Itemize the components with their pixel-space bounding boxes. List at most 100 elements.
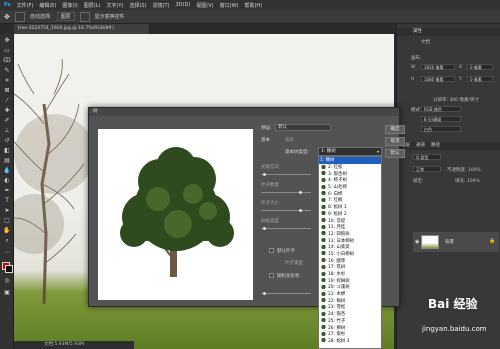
y-field[interactable]: 0 像素 <box>467 76 493 82</box>
paths-tab[interactable]: 路径 <box>431 142 440 150</box>
eraser-icon[interactable]: ◧ <box>3 148 11 154</box>
frame-icon[interactable]: ⊠ <box>3 88 11 94</box>
randomize-checkbox[interactable] <box>269 273 274 278</box>
quick-select-icon[interactable]: ✎ <box>3 68 11 74</box>
preset-select[interactable]: 默认 <box>275 124 331 131</box>
eye-icon[interactable]: ◉ <box>415 239 419 245</box>
menu-view[interactable]: 视图(V) <box>196 2 213 9</box>
list-item[interactable]: 11: 月桂 <box>319 224 381 231</box>
tab-advanced[interactable]: 高级 <box>285 137 294 143</box>
menu-window[interactable]: 窗口(W) <box>220 2 239 9</box>
lasso-icon[interactable]: ↀ <box>3 58 11 64</box>
layer-kind-filter[interactable]: Q 类型 <box>413 154 441 160</box>
leaf-amount-slider[interactable] <box>261 192 311 193</box>
move-tool-icon[interactable]: ✥ <box>4 13 10 21</box>
bits-select[interactable]: 8 位/通道 <box>421 116 461 122</box>
list-item[interactable]: 5: 山毛榉 <box>319 184 381 191</box>
blend-mode-select[interactable]: 正常 <box>413 166 441 172</box>
healing-icon[interactable]: ✚ <box>3 108 11 114</box>
list-item[interactable]: 3: 银杏树 <box>319 170 381 177</box>
list-item[interactable]: 1: 橡树 <box>319 157 381 164</box>
layer-row[interactable]: ◉ 背景 🔒 <box>413 232 499 252</box>
stamp-icon[interactable]: ⊥ <box>3 128 11 134</box>
list-item[interactable]: 26: 柳树 <box>319 324 381 331</box>
default-leaves-checkbox[interactable] <box>269 248 274 253</box>
list-item[interactable]: 18: 水杉 <box>319 271 381 278</box>
move-icon[interactable]: ✥ <box>3 38 11 44</box>
menu-file[interactable]: 文件(F) <box>17 2 34 9</box>
list-item[interactable]: 24: 银杏 <box>319 311 381 318</box>
list-item[interactable]: 16: 酸枣 <box>319 257 381 264</box>
list-item[interactable]: 14: 山茱萸 <box>319 244 381 251</box>
menu-layer[interactable]: 图层(L) <box>84 2 101 9</box>
marquee-icon[interactable]: ▭ <box>3 48 11 54</box>
document-tab[interactable]: tree-3224754_1920.jpg @ 16.7%(RGB/8#) <box>14 24 150 34</box>
history-brush-icon[interactable]: ↺ <box>3 138 11 144</box>
opacity-text[interactable]: 不透明度: 100% <box>447 167 481 173</box>
show-transform-checkbox[interactable] <box>79 11 90 22</box>
fill-text[interactable]: 填充: 100% <box>455 178 480 184</box>
list-item[interactable]: 21: 木棉 <box>319 291 381 298</box>
layer-name[interactable]: 背景 <box>445 239 454 245</box>
more-tools-icon[interactable]: ⋯ <box>3 250 11 256</box>
crop-icon[interactable]: ⌗ <box>3 78 11 84</box>
gradient-icon[interactable]: ▤ <box>3 158 11 164</box>
list-item[interactable]: 12: 四照树 <box>319 231 381 238</box>
ok-button[interactable]: 确定 <box>385 125 405 134</box>
mode-select[interactable]: RGB 颜色 <box>421 106 461 112</box>
blur-icon[interactable]: 💧 <box>3 168 11 174</box>
list-item[interactable]: 10: 菩提 <box>319 217 381 224</box>
light-direction-slider[interactable] <box>261 174 311 175</box>
x-field[interactable]: 0 像素 <box>467 64 493 70</box>
list-item[interactable]: 28: 松树 3 <box>319 338 381 345</box>
menu-select[interactable]: 选择(S) <box>129 2 146 9</box>
zoom-icon[interactable]: ⌕ <box>3 238 11 244</box>
light-direction-knob[interactable] <box>263 173 266 176</box>
menu-type[interactable]: 文字(Y) <box>106 2 123 9</box>
leaf-size-slider[interactable] <box>261 210 311 211</box>
list-item[interactable]: 23: 雪松 <box>319 304 381 311</box>
list-item[interactable]: 8: 松树 1 <box>319 204 381 211</box>
list-item[interactable]: 13: 日本柳树 <box>319 237 381 244</box>
screen-mode-icon[interactable]: ▣ <box>3 290 11 296</box>
list-item[interactable]: 9: 松树 2 <box>319 211 381 218</box>
menu-filter[interactable]: 滤镜(T) <box>153 2 170 9</box>
leaf-amount-knob[interactable] <box>299 191 302 194</box>
dodge-icon[interactable]: ◐ <box>3 178 11 184</box>
channels-tab[interactable]: 通道 <box>416 142 425 150</box>
list-item[interactable]: 19: 棕榈树 <box>319 277 381 284</box>
list-item[interactable]: 15: 小白柳树 <box>319 251 381 258</box>
menu-help[interactable]: 帮助(H) <box>244 2 262 9</box>
tree-type-select[interactable]: 1: 橡树 ▾ <box>318 147 382 156</box>
list-item[interactable]: 27: 银杉 <box>319 331 381 338</box>
auto-select-checkbox[interactable] <box>14 11 25 22</box>
list-item[interactable]: 4: 柿子树 <box>319 177 381 184</box>
width-field[interactable]: 1920 像素 <box>421 64 455 70</box>
type-icon[interactable]: T <box>3 198 11 204</box>
brush-icon[interactable]: ✐ <box>3 118 11 124</box>
fill-select[interactable]: 白色 <box>421 126 461 132</box>
leaf-size-knob[interactable] <box>299 209 302 212</box>
list-item[interactable]: 6: 白桦 <box>319 190 381 197</box>
eyedropper-icon[interactable]: ⁄ <box>3 98 11 104</box>
height-field[interactable]: 1080 像素 <box>421 76 455 82</box>
list-item[interactable]: 2: 红松 <box>319 164 381 171</box>
branch-height-slider[interactable] <box>261 228 311 229</box>
pen-icon[interactable]: ✒ <box>3 188 11 194</box>
branch-height-knob[interactable] <box>263 227 266 230</box>
cancel-button[interactable]: 取消 <box>385 137 405 146</box>
seed-slider[interactable] <box>261 293 311 294</box>
tree-type-list[interactable]: 1: 橡树 2: 红松 3: 银杏树 4: 柿子树 5: 山毛榉 6: 白桦 7… <box>318 156 382 349</box>
hand-icon[interactable]: ✋ <box>3 228 11 234</box>
list-item[interactable]: 17: 铁树 <box>319 264 381 271</box>
menu-3d[interactable]: 3D(D) <box>176 2 191 8</box>
tab-basic[interactable]: 基本 <box>261 137 270 143</box>
properties-tab[interactable]: 属性 <box>397 28 500 36</box>
quick-mask-icon[interactable]: ◎ <box>3 278 11 284</box>
auto-select-dropdown[interactable]: 图层 <box>56 12 75 21</box>
shape-icon[interactable]: ▢ <box>3 218 11 224</box>
list-item[interactable]: 20: 斗篷树 <box>319 284 381 291</box>
path-select-icon[interactable]: ➤ <box>3 208 11 214</box>
seed-knob[interactable] <box>263 292 266 295</box>
menu-edit[interactable]: 编辑(E) <box>39 2 56 9</box>
